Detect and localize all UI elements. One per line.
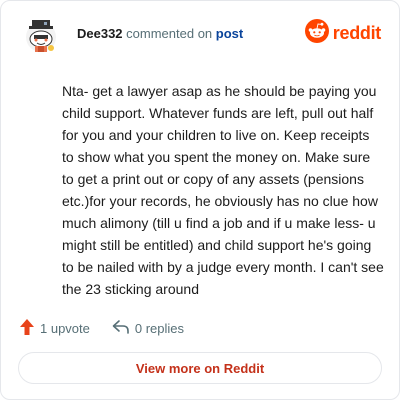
reply-count: 0 replies (134, 320, 185, 336)
comment-meta: Dee332 commented on post (77, 26, 243, 42)
embedded-comment-card: Dee332 commented on post reddit Nta- get… (0, 0, 400, 400)
view-more-button[interactable]: View more on Reddit (18, 352, 382, 384)
reply-stat[interactable]: 0 replies (112, 319, 184, 338)
upvote-stat[interactable]: 1 upvote (19, 318, 90, 339)
reddit-logo-icon (304, 18, 329, 48)
upvote-arrow-icon (19, 318, 35, 339)
action-text: commented on (126, 26, 213, 41)
author-name[interactable]: Dee332 (77, 26, 123, 41)
comment-body: Nta- get a lawyer asap as he should be p… (62, 83, 384, 297)
reply-arrow-icon (112, 319, 130, 338)
comment-footer: 1 upvote 0 replies (19, 318, 206, 339)
reddit-brand[interactable]: reddit (304, 18, 382, 48)
upvote-count: 1 upvote (40, 320, 90, 336)
snoo-avatar-icon[interactable] (21, 15, 61, 55)
post-link[interactable]: post (216, 26, 243, 41)
comment-header: Dee332 commented on post reddit (17, 15, 383, 55)
reddit-wordmark: reddit (332, 22, 382, 43)
